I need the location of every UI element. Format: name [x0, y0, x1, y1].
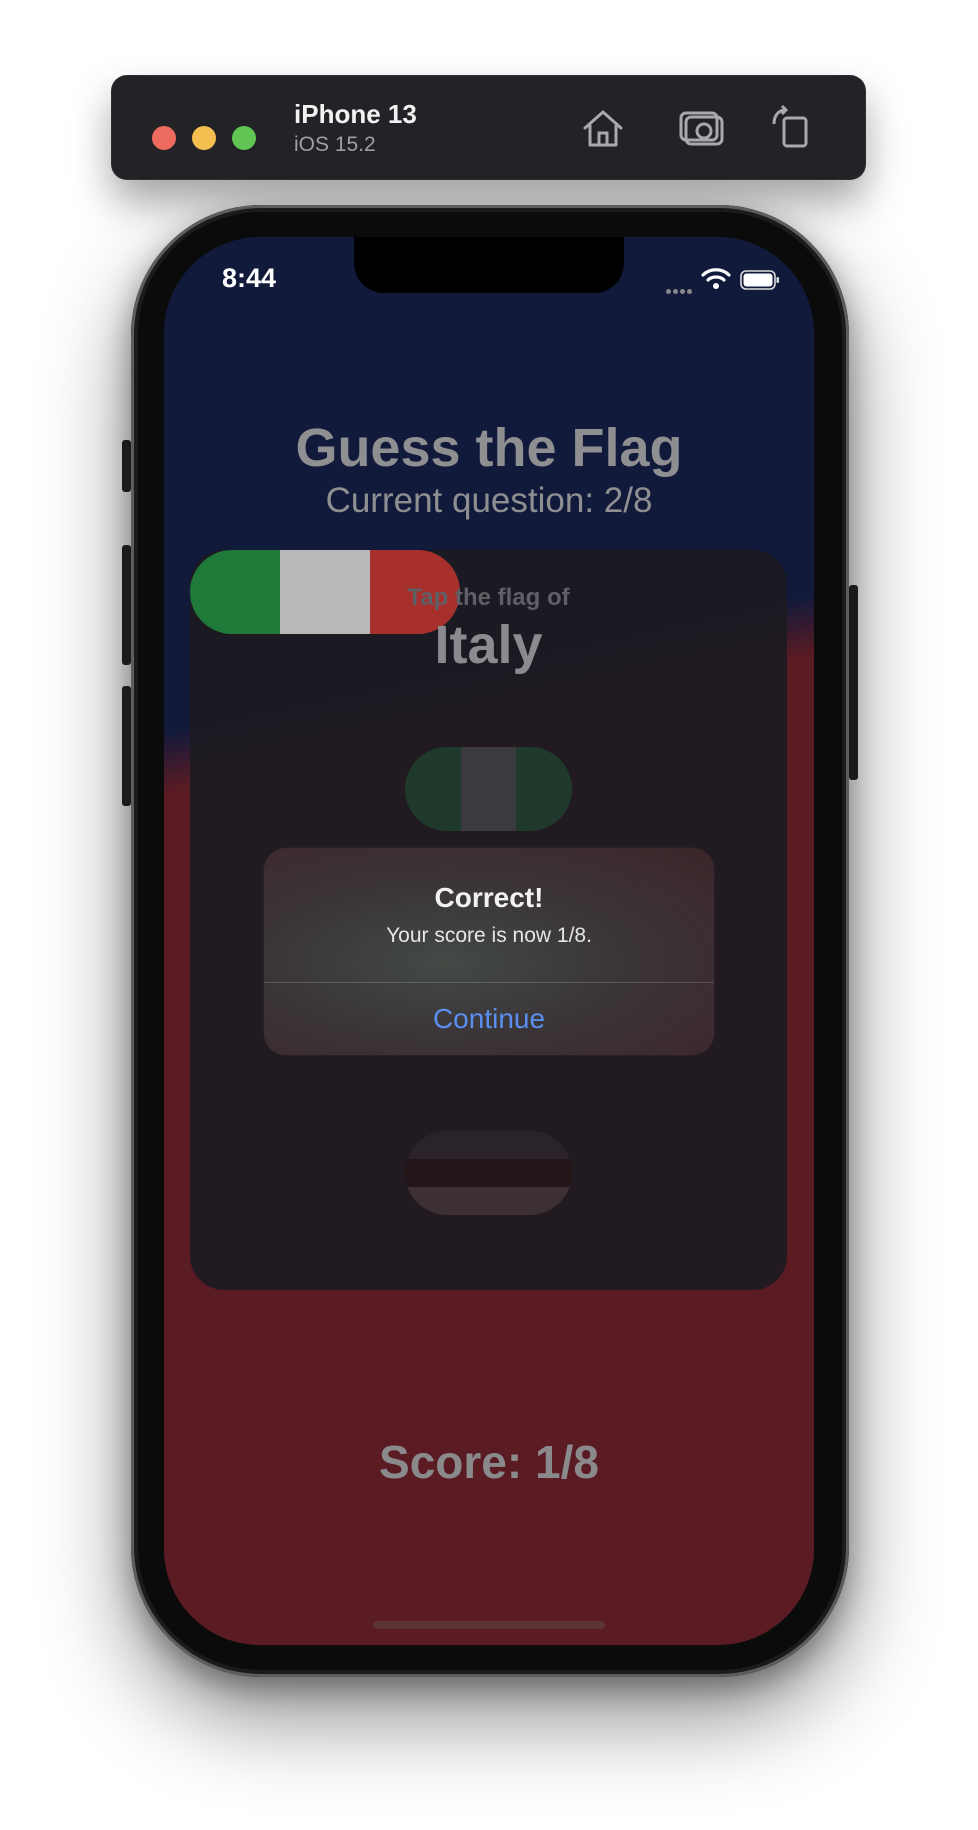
app-screen: 8:44 Guess the Flag Current question: 2/…: [164, 237, 814, 1645]
cellular-dots-icon: [666, 281, 696, 294]
close-window-button[interactable]: [152, 126, 176, 150]
page-title: Guess the Flag: [295, 418, 683, 478]
flag-option-3[interactable]: [405, 1131, 572, 1215]
simulator-toolbar: iPhone 13 iOS 15.2: [111, 75, 866, 180]
prompt-label: Tap the flag of: [407, 584, 570, 611]
status-time: 8:44: [222, 263, 277, 293]
battery-icon: [740, 270, 779, 290]
screenshot-icon[interactable]: [677, 102, 729, 154]
flag-option-1[interactable]: [405, 747, 572, 831]
os-version: iOS 15.2: [294, 133, 376, 156]
volume-down-button: [122, 686, 131, 806]
silent-switch: [122, 440, 131, 492]
current-question: Current question: 2/8: [325, 481, 653, 520]
country-name: Italy: [434, 615, 543, 675]
home-icon[interactable]: [577, 102, 629, 154]
device-name: iPhone 13: [294, 99, 417, 129]
wifi-icon: [701, 268, 731, 289]
rotate-icon[interactable]: [766, 102, 818, 154]
power-button: [849, 585, 858, 780]
alert-title: Correct!: [434, 882, 544, 913]
volume-up-button: [122, 545, 131, 665]
continue-button[interactable]: Continue: [264, 983, 714, 1055]
minimize-window-button[interactable]: [192, 126, 216, 150]
notch: [354, 237, 624, 293]
alert-dialog: Correct! Your score is now 1/8. Continue: [264, 848, 714, 1055]
zoom-window-button[interactable]: [232, 126, 256, 150]
score-label: Score: 1/8: [379, 1436, 599, 1488]
home-indicator[interactable]: [373, 1621, 605, 1629]
alert-message: Your score is now 1/8.: [386, 924, 592, 947]
